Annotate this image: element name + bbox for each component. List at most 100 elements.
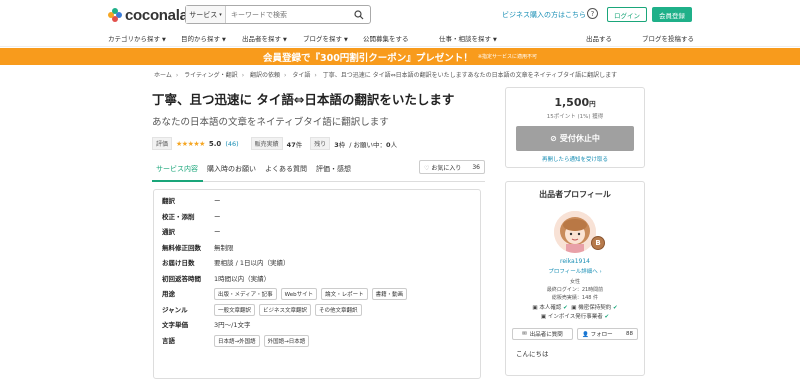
rating-label: 評価 xyxy=(152,137,173,150)
breadcrumb-item[interactable]: ホーム xyxy=(154,72,172,79)
avatar[interactable] xyxy=(554,211,596,253)
rank-badge: B xyxy=(591,236,605,250)
nav-item-public-request[interactable]: 公開募集をする xyxy=(363,33,409,43)
profile-info: 女性 最終ログイン：21時間前 総販売実績：148 件 xyxy=(546,279,604,301)
nda-icon: ▣ xyxy=(571,305,577,311)
use-chip[interactable]: 出版・メディア・記事 xyxy=(214,288,277,300)
spec-row: 初回返答時間 1時間以内（実績） xyxy=(162,274,271,283)
logo-icon xyxy=(108,8,122,22)
nav-item-purpose[interactable]: 目的から探す ▼ xyxy=(181,33,226,43)
nav-item-jobs[interactable]: 仕事・相談を探す ▼ xyxy=(439,33,497,43)
spec-row: ジャンル 一般文章翻訳 ビジネス文章翻訳 その他文章翻訳 xyxy=(162,303,472,320)
page-subtitle: あなたの日本語の文章をネイティブタイ語に翻訳します xyxy=(152,117,389,128)
use-chip[interactable]: 論文・レポート xyxy=(321,288,368,300)
nav-item-sell[interactable]: 出品する xyxy=(586,33,612,43)
main-nav: カテゴリから探す ▼ 目的から探す ▼ 出品者を探す ▼ ブログを探す ▼ 公開募集をす… xyxy=(0,30,800,47)
tab-purchase-requests[interactable]: 購入時のお願い xyxy=(203,160,261,182)
use-chip[interactable]: Webサイト xyxy=(280,288,318,300)
block-icon: ⊘ xyxy=(550,134,557,143)
page-title: 丁寧、且つ迅速に タイ語⇔日本語の翻訳をいたします xyxy=(152,92,455,107)
rating-value: 5.0 xyxy=(208,139,222,148)
register-button[interactable]: 会員登録 xyxy=(652,7,692,22)
review-count[interactable]: (46) xyxy=(225,140,238,148)
banner-text: 会員登録で『300円割引クーポン』プレゼント！ xyxy=(262,52,473,64)
chevron-down-icon: ▼ xyxy=(344,37,348,43)
invoice-icon: ▣ xyxy=(540,314,547,320)
user-plus-icon: 👤 xyxy=(582,332,589,338)
profile-actions: ✉ 出品者に質問 👤 フォロー 88 xyxy=(506,328,644,340)
breadcrumb-item[interactable]: タイ語 xyxy=(292,72,310,79)
coupon-banner[interactable]: 会員登録で『300円割引クーポン』プレゼント！ ※指定サービスに適用不可 xyxy=(0,48,800,65)
follow-button[interactable]: 👤 フォロー 88 xyxy=(577,328,638,340)
check-icon: ✔ xyxy=(604,314,610,320)
mail-icon: ✉ xyxy=(522,331,527,337)
breadcrumb-item[interactable]: ライティング・翻訳 xyxy=(184,72,238,79)
service-main: 丁寧、且つ迅速に タイ語⇔日本語の翻訳をいたします あなたの日本語の文章をネイテ… xyxy=(152,87,485,182)
spec-row: 用途 出版・メディア・記事 Webサイト 論文・レポート 書籍・動画 xyxy=(162,288,472,304)
tab-faq[interactable]: よくある質問 xyxy=(261,160,312,182)
tab-service-details[interactable]: サービス内容 xyxy=(152,160,203,182)
search-category-select[interactable]: サービス ▾ xyxy=(186,6,226,23)
check-icon: ✔ xyxy=(612,305,618,311)
favorite-count: 36 xyxy=(472,163,480,171)
nav-item-sellers[interactable]: 出品者を探す ▼ xyxy=(242,33,287,43)
help-icon[interactable]: ? xyxy=(587,8,598,19)
star-rating-icon: ★★★★★ xyxy=(176,139,205,148)
profile-greeting: こんにちは xyxy=(516,350,549,358)
remaining-label: 残り xyxy=(310,137,331,150)
header: coconala サービス▾ ビジネス購入の方はこちら ? ログイン 会員登録 xyxy=(0,0,800,30)
business-link[interactable]: ビジネス購入の方はこちら xyxy=(502,10,586,20)
verification-info: ▣ 本人確認 ✔ ▣ 機密保持契約 ✔ ▣ インボイス発行事業者 ✔ xyxy=(532,305,618,320)
chevron-down-icon: ▼ xyxy=(493,37,497,43)
sales-count: 47 xyxy=(286,140,296,149)
banner-note: ※指定サービスに適用不可 xyxy=(477,54,538,60)
spec-row: 言語 日本語→外国語 外国語→日本語 xyxy=(162,334,472,351)
search-button[interactable] xyxy=(348,6,370,23)
tab-reviews[interactable]: 評価・感想 xyxy=(312,160,356,182)
check-icon: ✔ xyxy=(563,305,568,311)
spec-row: お届け日数 要相談 / 1日以内（実績） xyxy=(162,259,290,267)
logo-text: coconala xyxy=(125,6,188,24)
search-icon xyxy=(354,9,364,19)
logo[interactable]: coconala xyxy=(108,7,188,24)
notify-link[interactable]: 再開したら通知を受け取る xyxy=(506,155,644,163)
heart-icon: ♡ xyxy=(424,164,430,172)
ask-seller-button[interactable]: ✉ 出品者に質問 xyxy=(512,328,573,340)
genre-chip[interactable]: 一般文章翻訳 xyxy=(214,303,256,316)
nav-item-blogs[interactable]: ブログを探す ▼ xyxy=(303,33,348,43)
nav-item-category[interactable]: カテゴリから探す ▼ xyxy=(108,33,166,43)
language-chip[interactable]: 日本語→外国語 xyxy=(214,334,260,347)
username[interactable]: reika1914 xyxy=(506,258,644,265)
spec-row: 通訳ー xyxy=(162,228,221,236)
breadcrumb: ホーム › ライティング・翻訳 › 翻訳の依頼 › タイ語 › 丁寧、且つ迅速に タイ語… xyxy=(154,72,618,79)
id-icon: ▣ xyxy=(532,305,538,311)
genre-chip[interactable]: ビジネス文章翻訳 xyxy=(259,303,312,316)
service-meta: 評価 ★★★★★ 5.0 (46) 販売実績 47件 残り 3枠 / お願い中：… xyxy=(152,137,485,150)
points-info: 15ポイント (1%) 獲得 xyxy=(546,114,604,120)
service-spec-table: 翻訳ー 校正・添削ー 通訳ー 無料修正回数 無制限 お届け日数 要相談 / 1日以内… xyxy=(153,189,481,379)
chevron-down-icon: ▼ xyxy=(162,37,166,43)
profile-title: 出品者プロフィール xyxy=(539,190,611,199)
price: 1,500円 xyxy=(554,96,596,109)
login-button[interactable]: ログイン xyxy=(607,7,647,22)
search-input[interactable] xyxy=(226,6,348,23)
chevron-right-icon: › xyxy=(599,269,602,275)
profile-detail-link[interactable]: プロフィール詳細へ › xyxy=(506,267,644,275)
spec-row: 文字単価 3円〜/1文字 xyxy=(162,321,251,329)
sales-label: 販売実績 xyxy=(250,137,283,150)
spec-row: 翻訳ー xyxy=(162,197,221,205)
language-chip[interactable]: 外国語→日本語 xyxy=(263,334,310,347)
spec-row: 無料修正回数 無制限 xyxy=(162,243,234,252)
closed-button: ⊘ 受付休止中 xyxy=(516,126,634,151)
genre-chip[interactable]: その他文章翻訳 xyxy=(315,303,362,316)
nav-item-post-blog[interactable]: ブログを投稿する xyxy=(642,33,694,43)
chevron-down-icon: ▼ xyxy=(222,37,226,43)
seller-profile-card: 出品者プロフィール B reika1914 プロフィール詳細へ › 女性 最終ロ… xyxy=(505,181,645,376)
price-card: 1,500円 15ポイント (1%) 獲得 ⊘ 受付休止中 再開したら通知を受け取… xyxy=(505,87,645,168)
favorite-button[interactable]: ♡ お気に入り 36 xyxy=(419,160,485,174)
search-bar: サービス ▾ xyxy=(185,5,371,24)
breadcrumb-item[interactable]: 翻訳の依頼 xyxy=(250,72,280,79)
chevron-down-icon: ▼ xyxy=(283,37,287,43)
service-tabs: サービス内容 購入時のお願い よくある質問 評価・感想 ♡ お気に入り 36 xyxy=(152,160,485,182)
use-chip[interactable]: 書籍・動画 xyxy=(371,288,408,300)
